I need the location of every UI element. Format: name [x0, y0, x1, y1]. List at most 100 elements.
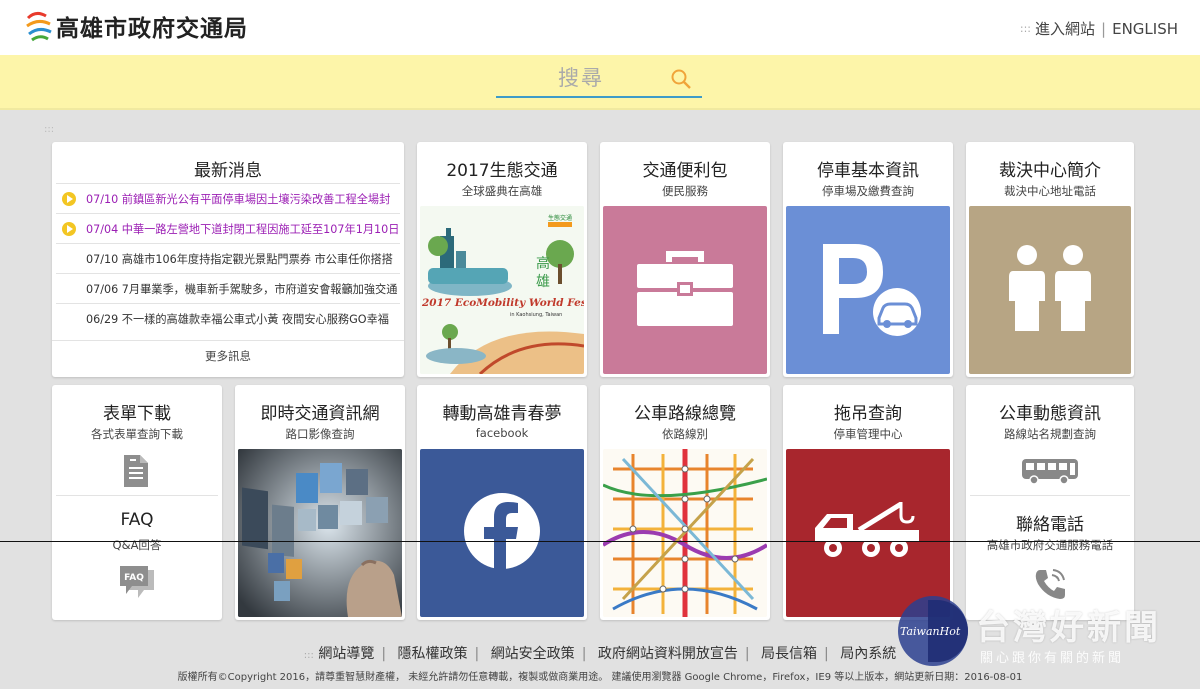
document-icon	[120, 453, 156, 493]
towing-card[interactable]: 拖吊查詢 停車管理中心	[783, 385, 953, 620]
tow-truck-icon	[813, 496, 923, 570]
news-item-text: 06/29 不一樣的高雄款幸福公車式小黃 夜間安心服務GO幸福	[86, 312, 389, 326]
realtime-sub: 路口影像查詢	[285, 427, 355, 441]
faq-icon-text: FAQ	[124, 573, 144, 583]
busdyn-sub: 路線站名規劃查詢	[1004, 427, 1096, 441]
realtime-title: 即時交通資訊網	[260, 404, 380, 424]
english-link[interactable]: ENGLISH	[1112, 20, 1178, 38]
forms-title: 表單下載	[103, 404, 171, 424]
taiwanhot-watermark: TaiwanHot 台灣好新聞 關心跟你有關的新聞	[898, 596, 1198, 686]
news-item[interactable]: 07/10 高雄市106年度持指定觀光景點門票券 市公車任你搭搭	[56, 243, 400, 273]
forms-sub: 各式表單查詢下載	[91, 427, 183, 441]
kit-card[interactable]: 交通便利包 便民服務	[600, 142, 770, 377]
news-item-text: 07/10 高雄市106年度持指定觀光景點門票券 市公車任你搭搭	[86, 252, 393, 266]
faq-bubble-icon: FAQ	[118, 564, 158, 604]
parking-card[interactable]: 停車基本資訊 停車場及繳費查詢	[783, 142, 953, 377]
faq-title: FAQ	[120, 510, 154, 530]
top-links-dots: :::	[1019, 22, 1032, 35]
towing-title: 拖吊查詢	[834, 404, 902, 424]
faq-section[interactable]: FAQ Q&A回答 FAQ	[52, 496, 222, 620]
footer-link-privacy[interactable]: 隱私權政策	[398, 646, 468, 662]
eco-poster-sub: in Kaohsiung, Taiwan	[510, 312, 562, 318]
news-item-text: 07/06 7月畢業季，機車新手駕駛多，市府道安會報籲加強交通	[86, 282, 398, 296]
play-bullet-icon	[62, 221, 76, 236]
search-box	[496, 61, 702, 98]
news-card: 最新消息 07/10 前鎮區新光公有平面停車場因土壤污染改善工程全場封 07/0…	[52, 142, 404, 377]
adjudication-tile	[969, 206, 1131, 374]
footer-link-director-mailbox[interactable]: 局長信箱	[761, 646, 817, 662]
grid-dots: :::	[44, 124, 55, 135]
parking-tile	[786, 206, 950, 374]
bus-icon	[1020, 457, 1080, 489]
people-icon	[1005, 243, 1095, 337]
phone-sub: 高雄市政府交通服務電話	[986, 538, 1114, 552]
site-logo[interactable]: 高雄市政府交通局	[24, 8, 248, 44]
news-title: 最新消息	[194, 161, 262, 181]
eco-poster-image: 高 雄 生態交通 2017 EcoMobility World Festival…	[420, 206, 584, 374]
towing-tile	[786, 449, 950, 617]
footer-link-security[interactable]: 網站安全政策	[491, 646, 575, 662]
kit-tile	[603, 206, 767, 374]
site-title: 高雄市政府交通局	[56, 16, 248, 42]
busmap-image	[603, 449, 767, 617]
site-header: 高雄市政府交通局 ::: 進入網站 | ENGLISH	[0, 0, 1200, 55]
footer-link-sitemap[interactable]: 網站導覽	[318, 646, 374, 662]
facebook-sub: facebook	[475, 426, 529, 440]
phone-title: 聯絡電話	[1016, 515, 1084, 535]
svg-text:生態交通: 生態交通	[548, 214, 572, 222]
briefcase-icon	[635, 248, 735, 332]
watermark-logo: TaiwanHot	[900, 625, 961, 638]
footer-link-open-data[interactable]: 政府網站資料開放宣告	[598, 646, 738, 662]
news-item[interactable]: 07/10 前鎮區新光公有平面停車場因土壤污染改善工程全場封	[56, 183, 400, 213]
busdyn-phone-card: 公車動態資訊 路線站名規劃查詢 聯絡電話 高雄市政府交通服務電話	[966, 385, 1134, 620]
adjudication-card[interactable]: 裁決中心簡介 裁決中心地址電話	[966, 142, 1134, 377]
eco-title: 2017生態交通	[446, 161, 558, 181]
busmap-sub: 依路線別	[662, 427, 708, 441]
search-icon[interactable]	[670, 68, 692, 90]
search-band	[0, 55, 1200, 110]
adjudication-title: 裁決中心簡介	[999, 161, 1101, 181]
svg-text:雄: 雄	[536, 274, 550, 290]
facebook-icon	[462, 491, 542, 575]
towing-sub: 停車管理中心	[833, 427, 903, 441]
top-links: ::: 進入網站 | ENGLISH	[1020, 18, 1178, 39]
realtime-card[interactable]: 即時交通資訊網 路口影像查詢	[235, 385, 405, 620]
kit-title: 交通便利包	[642, 161, 728, 181]
facebook-card[interactable]: 轉動高雄青春夢 facebook	[417, 385, 587, 620]
news-item-text: 07/04 中華一路左營地下道封閉工程因施工延至107年1月10日	[86, 222, 400, 236]
kit-sub: 便民服務	[662, 184, 708, 198]
watermark-title: 台灣好新聞	[976, 608, 1161, 648]
top-links-separator: |	[1101, 19, 1107, 38]
realtime-image	[238, 449, 402, 617]
watermark-subtitle: 關心跟你有關的新聞	[980, 651, 1125, 666]
parking-car-icon	[813, 238, 923, 342]
busdyn-section[interactable]: 公車動態資訊 路線站名規劃查詢	[966, 385, 1134, 495]
parking-sub: 停車場及繳費查詢	[822, 184, 914, 198]
forms-faq-card: 表單下載 各式表單查詢下載 FAQ Q&A回答 FAQ	[52, 385, 222, 620]
play-bullet-icon	[62, 191, 76, 206]
facebook-title: 轉動高雄青春夢	[442, 404, 562, 424]
enter-site-link[interactable]: 進入網站	[1035, 18, 1095, 39]
busmap-title: 公車路線總覽	[634, 404, 736, 424]
eco-poster-title: 2017 EcoMobility World Festival	[421, 297, 584, 309]
forms-section[interactable]: 表單下載 各式表單查詢下載	[52, 385, 222, 495]
parking-title: 停車基本資訊	[817, 161, 919, 181]
facebook-tile	[420, 449, 584, 617]
search-input[interactable]	[496, 61, 666, 95]
news-item-text: 07/10 前鎮區新光公有平面停車場因土壤污染改善工程全場封	[86, 192, 391, 206]
eco-card[interactable]: 2017生態交通 全球盛典在高雄 高 雄 生態交通 2017 EcoMobili…	[417, 142, 587, 377]
footer-link-internal-system[interactable]: 局內系統	[840, 646, 896, 662]
news-more-link[interactable]: 更多訊息	[52, 340, 404, 364]
news-list: 07/10 前鎮區新光公有平面停車場因土壤污染改善工程全場封 07/04 中華一…	[56, 183, 400, 333]
adjudication-sub: 裁決中心地址電話	[1004, 184, 1096, 198]
footer-dots: :::	[303, 650, 314, 661]
faq-sub: Q&A回答	[112, 538, 162, 552]
busmap-card[interactable]: 公車路線總覽 依路線別	[600, 385, 770, 620]
news-item[interactable]: 06/29 不一樣的高雄款幸福公車式小黃 夜間安心服務GO幸福	[56, 303, 400, 333]
logo-mark-icon	[24, 8, 54, 44]
busdyn-title: 公車動態資訊	[999, 404, 1101, 424]
news-item[interactable]: 07/06 7月畢業季，機車新手駕駛多，市府道安會報籲加強交通	[56, 273, 400, 303]
news-item[interactable]: 07/04 中華一路左營地下道封閉工程因施工延至107年1月10日	[56, 213, 400, 243]
svg-text:高: 高	[536, 255, 550, 272]
eco-sub: 全球盛典在高雄	[461, 184, 543, 198]
